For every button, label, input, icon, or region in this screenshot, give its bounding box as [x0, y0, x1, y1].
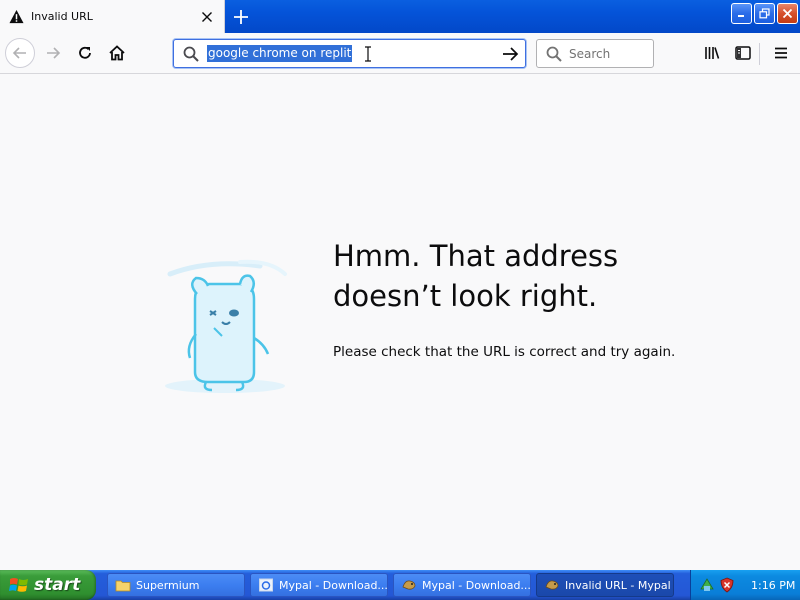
taskbar-item-mypal-download-2[interactable]: Mypal - Download... — [393, 573, 531, 597]
tab-close-button[interactable] — [194, 4, 220, 30]
forward-button[interactable] — [38, 38, 68, 68]
taskbar-item-invalid-url[interactable]: Invalid URL - Mypal — [536, 573, 674, 597]
error-heading: Hmm. That address doesn’t look right. — [333, 236, 733, 316]
confused-dino-illustration — [165, 259, 287, 393]
home-button[interactable] — [102, 38, 132, 68]
tab-invalid-url[interactable]: Invalid URL — [0, 0, 225, 33]
sidebar-icon — [735, 46, 751, 60]
back-button[interactable] — [5, 38, 35, 68]
window-close-button[interactable] — [777, 3, 798, 24]
browser-icon — [259, 578, 273, 592]
url-bar[interactable]: google chrome on replit — [173, 39, 526, 68]
taskbar-item-label: Mypal - Download... — [279, 578, 388, 592]
security-shield-icon[interactable] — [719, 577, 735, 593]
system-tray: 1:16 PM — [690, 570, 800, 600]
error-message: Please check that the URL is correct and… — [333, 344, 676, 360]
go-arrow-icon[interactable] — [500, 44, 520, 64]
plus-icon — [234, 10, 248, 24]
error-heading-line-1: Hmm. That address — [333, 239, 619, 273]
start-label: start — [34, 575, 81, 595]
new-tab-button[interactable] — [228, 4, 254, 30]
sidebar-toggle-button[interactable] — [728, 38, 758, 68]
taskbar: start Supermium Mypal - Download... Mypa… — [0, 570, 800, 600]
navigation-toolbar: google chrome on replit — [0, 33, 800, 74]
home-icon — [109, 45, 125, 61]
taskbar-item-label: Supermium — [136, 578, 200, 592]
network-icon[interactable] — [699, 577, 715, 593]
close-icon — [782, 8, 793, 19]
minimize-button[interactable] — [731, 3, 752, 24]
toolbar-separator — [759, 43, 760, 65]
search-bar[interactable] — [536, 39, 654, 68]
minimize-icon — [738, 15, 744, 17]
search-input[interactable] — [569, 46, 649, 61]
reload-icon — [79, 46, 91, 59]
url-input-value[interactable]: google chrome on replit — [207, 45, 353, 62]
taskbar-item-label: Mypal - Download... — [422, 578, 531, 592]
arrow-left-icon — [12, 47, 26, 59]
taskbar-item-supermium[interactable]: Supermium — [107, 573, 245, 597]
folder-icon — [115, 580, 131, 592]
library-icon — [705, 47, 720, 59]
mypal-icon — [402, 580, 416, 590]
restore-icon — [759, 8, 770, 19]
taskbar-item-label: Invalid URL - Mypal — [565, 578, 671, 592]
text-cursor-icon — [365, 46, 371, 62]
reload-button[interactable] — [70, 38, 100, 68]
search-icon — [546, 46, 562, 62]
start-button[interactable]: start — [0, 570, 96, 600]
tab-title: Invalid URL — [31, 10, 93, 23]
search-icon — [183, 46, 199, 62]
warning-icon — [9, 9, 24, 24]
menu-button[interactable] — [766, 38, 796, 68]
title-bar: Invalid URL — [0, 0, 800, 33]
taskbar-item-mypal-download-1[interactable]: Mypal - Download... — [250, 573, 388, 597]
mypal-icon — [545, 580, 559, 590]
restore-button[interactable] — [754, 3, 775, 24]
windows-logo-icon — [9, 578, 28, 592]
error-heading-line-2: doesn’t look right. — [333, 279, 598, 313]
error-page: Hmm. That address doesn’t look right. Pl… — [0, 74, 800, 570]
library-button[interactable] — [697, 38, 727, 68]
hamburger-menu-icon — [775, 47, 787, 59]
arrow-right-icon — [47, 47, 61, 59]
clock: 1:16 PM — [751, 578, 796, 592]
close-icon — [202, 11, 212, 22]
